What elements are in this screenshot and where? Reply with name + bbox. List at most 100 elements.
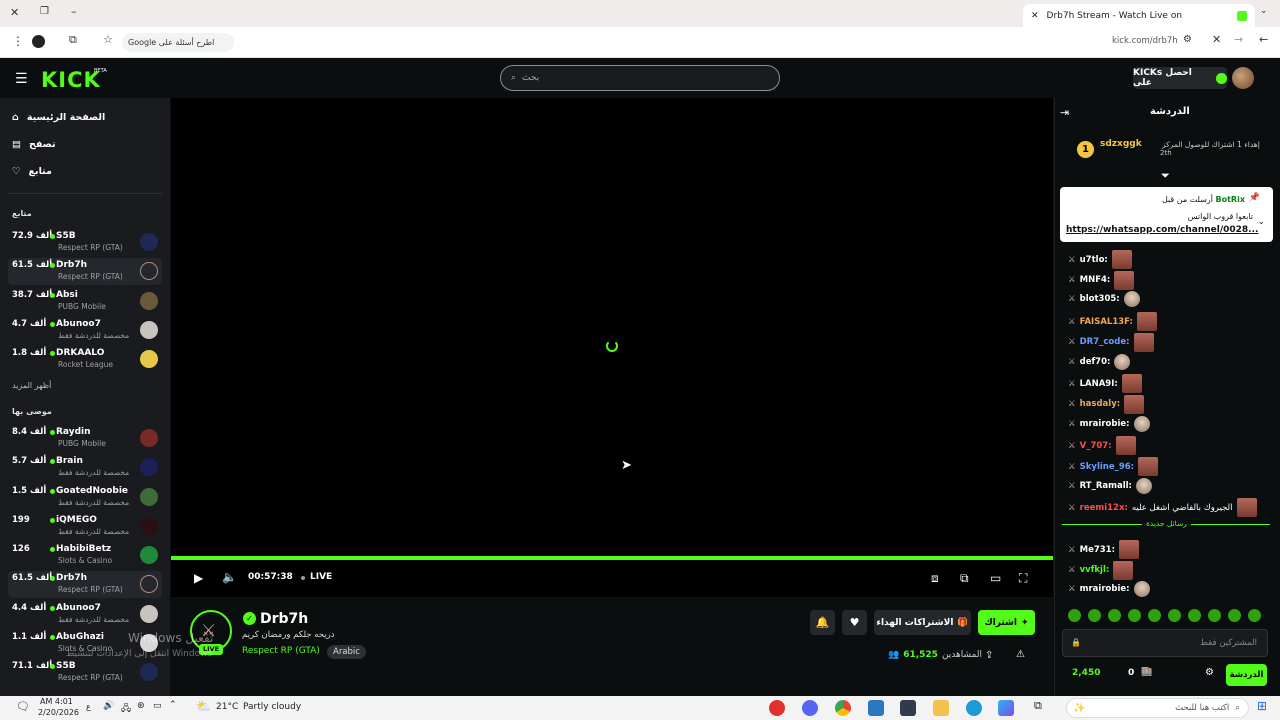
discord-icon[interactable]: [802, 700, 818, 716]
chevron-down-icon[interactable]: ⌄: [1257, 217, 1265, 227]
theater-mode-icon[interactable]: ▭: [990, 571, 1001, 585]
pip-icon[interactable]: ⧉: [960, 571, 969, 586]
chat-username[interactable]: blot305:: [1080, 294, 1120, 304]
collapse-chat-icon[interactable]: ⇥: [1060, 106, 1069, 119]
sidebar-channel[interactable]: 1.8 ألف DRKAALO Rocket League: [8, 346, 162, 373]
sidebar-channel[interactable]: 38.7 ألف Absi PUBG Mobile: [8, 288, 162, 315]
chat-username[interactable]: def70:: [1080, 357, 1111, 367]
network-tray-icon[interactable]: 🖧: [121, 701, 131, 717]
clock-date[interactable]: 2/20/2026: [38, 708, 79, 717]
nav-browse[interactable]: ▤ تصفح: [12, 139, 56, 150]
extensions-icon[interactable]: ⧉: [69, 33, 77, 47]
language-indicator-icon[interactable]: ع: [86, 702, 91, 711]
chat-username[interactable]: RT_Ramall:: [1080, 481, 1132, 491]
store-app-icon[interactable]: [900, 700, 916, 716]
points-count[interactable]: 0: [1128, 668, 1134, 678]
settings-gear-icon[interactable]: ⚙: [1205, 667, 1214, 678]
chat-username[interactable]: LANA9I:: [1080, 379, 1118, 389]
kicks-balance[interactable]: 2,450: [1072, 668, 1100, 678]
volume-tray-icon[interactable]: 🔊: [103, 701, 114, 711]
pinned-message[interactable]: 📌 BotRix أرسلت من قبل تابعوا قروب الواتس…: [1060, 187, 1273, 242]
edge-icon[interactable]: [966, 700, 982, 716]
url-text[interactable]: kick.com/drb7h: [1112, 36, 1178, 46]
kick-logo[interactable]: KICK: [41, 68, 101, 92]
copilot-icon[interactable]: [998, 700, 1014, 716]
gift-subs-button[interactable]: الاشتراكات الهداء 🎁: [874, 610, 971, 635]
pinned-link[interactable]: https://whatsapp.com/channel/0028...: [1066, 225, 1258, 235]
chat-username[interactable]: u7tlo:: [1080, 255, 1108, 265]
nav-home[interactable]: ⌂ الصفحة الرئيسية: [12, 112, 105, 123]
chat-username[interactable]: Me731:: [1080, 545, 1115, 555]
chat-input[interactable]: 🔒 المشتركين فقط: [1062, 629, 1268, 657]
play-icon[interactable]: ▶: [194, 571, 203, 585]
browser-tab[interactable]: ✕ Drb7h Stream - Watch Live on: [1023, 4, 1255, 27]
sidebar-channel[interactable]: 72.9 ألف S5B Respect RP (GTA): [8, 229, 162, 256]
user-avatar[interactable]: [1232, 67, 1254, 89]
report-warning-icon[interactable]: ⚠: [1016, 649, 1025, 660]
chat-username[interactable]: Skyline_96:: [1080, 462, 1134, 472]
bookmark-star-icon[interactable]: ☆: [103, 33, 113, 46]
close-window-icon[interactable]: ✕: [10, 6, 19, 19]
sidebar-channel[interactable]: 5.7 ألف Brain مخصصة للدردشة فقط: [8, 454, 162, 481]
google-search-input[interactable]: Google اطرح أسئلة على: [122, 33, 234, 52]
follow-heart-button[interactable]: ♥: [842, 610, 867, 635]
emote-icon[interactable]: [1068, 609, 1081, 622]
security-tray-icon[interactable]: ⊛: [137, 701, 145, 711]
tab-search-icon[interactable]: ⌄: [1260, 6, 1268, 16]
sidebar-channel[interactable]: 4.7 ألف Abunoo7 مخصصة للدردشة فقط: [8, 317, 162, 344]
chrome-icon[interactable]: [835, 700, 851, 716]
windows-start-icon[interactable]: ⊞: [1257, 699, 1267, 713]
menu-dots-icon[interactable]: ⋮: [12, 34, 24, 48]
chat-username[interactable]: FAISAL13F:: [1080, 317, 1133, 327]
send-chat-button[interactable]: الدردشة: [1226, 664, 1267, 686]
app-icon[interactable]: [868, 700, 884, 716]
emote-icon[interactable]: [1188, 609, 1201, 622]
share-icon[interactable]: ⇪: [985, 650, 993, 661]
emote-icon[interactable]: [1108, 609, 1121, 622]
tab-close-icon[interactable]: ✕: [1031, 11, 1039, 21]
volume-icon[interactable]: 🔈: [222, 570, 237, 584]
sidebar-channel[interactable]: 1.5 ألف GoatedNoobie مخصصة للدردشة فقط: [8, 484, 162, 511]
chat-username[interactable]: hasdaly:: [1080, 399, 1121, 409]
weather-desc[interactable]: Partly cloudy: [243, 702, 301, 712]
emote-icon[interactable]: [1228, 609, 1241, 622]
chat-username[interactable]: DR7_code:: [1080, 337, 1130, 347]
nav-following[interactable]: ♡ متابع: [12, 166, 52, 177]
file-explorer-icon[interactable]: [933, 700, 949, 716]
emote-icon[interactable]: [1128, 609, 1141, 622]
top-gifter-name[interactable]: sdzxggk: [1100, 139, 1142, 149]
sidebar-channel[interactable]: 61.5 ألف Drb7h Respect RP (GTA): [8, 571, 162, 598]
sidebar-channel[interactable]: 71.1 ألف S5B Respect RP (GTA): [8, 659, 162, 686]
emote-icon[interactable]: [1088, 609, 1101, 622]
clip-icon[interactable]: ⧈: [931, 571, 939, 586]
chat-username[interactable]: mrairobie:: [1080, 584, 1130, 594]
sidebar-channel[interactable]: 126 HabibiBetz Slots & Casino: [8, 542, 162, 569]
task-view-icon[interactable]: ⧉: [1034, 699, 1042, 713]
taskbar-search-input[interactable]: ✨ اكتب هنا للبحث ⌕: [1066, 698, 1249, 718]
sidebar-channel[interactable]: 8.4 ألف Raydin PUBG Mobile: [8, 425, 162, 452]
back-icon[interactable]: ←: [1259, 33, 1268, 46]
sidebar-channel[interactable]: 4.4 ألف Abunoo7 مخصصة للدردشة فقط: [8, 601, 162, 628]
show-more-link[interactable]: أظهر المزيد: [12, 381, 51, 390]
get-kicks-button[interactable]: KICKs احصل على: [1133, 67, 1227, 89]
subscribe-button[interactable]: اشتراك ✦: [978, 610, 1035, 635]
display-tray-icon[interactable]: ▭: [153, 701, 162, 711]
emote-icon[interactable]: [1248, 609, 1261, 622]
store-icon[interactable]: 🏬: [1141, 667, 1152, 677]
tray-overflow-icon[interactable]: ⌃: [169, 700, 177, 710]
emote-icon[interactable]: [1208, 609, 1221, 622]
chat-username[interactable]: reemi12x:: [1080, 503, 1128, 513]
notification-bell-button[interactable]: 🔔: [810, 610, 835, 635]
streamer-name[interactable]: Drb7h: [260, 611, 308, 627]
emote-icon[interactable]: [1168, 609, 1181, 622]
weather-temp[interactable]: 21°C: [216, 702, 238, 712]
chat-username[interactable]: vvfkjl:: [1080, 565, 1110, 575]
chat-username[interactable]: mrairobie:: [1080, 419, 1130, 429]
app-icon[interactable]: [769, 700, 785, 716]
language-tag[interactable]: Arabic: [327, 645, 366, 659]
site-info-icon[interactable]: ⚙: [1183, 34, 1192, 45]
forward-icon[interactable]: →: [1234, 33, 1243, 46]
search-input[interactable]: ⌕ بحث: [500, 65, 780, 91]
hamburger-menu-icon[interactable]: ☰: [15, 71, 28, 87]
restore-window-icon[interactable]: ❐: [40, 6, 49, 17]
